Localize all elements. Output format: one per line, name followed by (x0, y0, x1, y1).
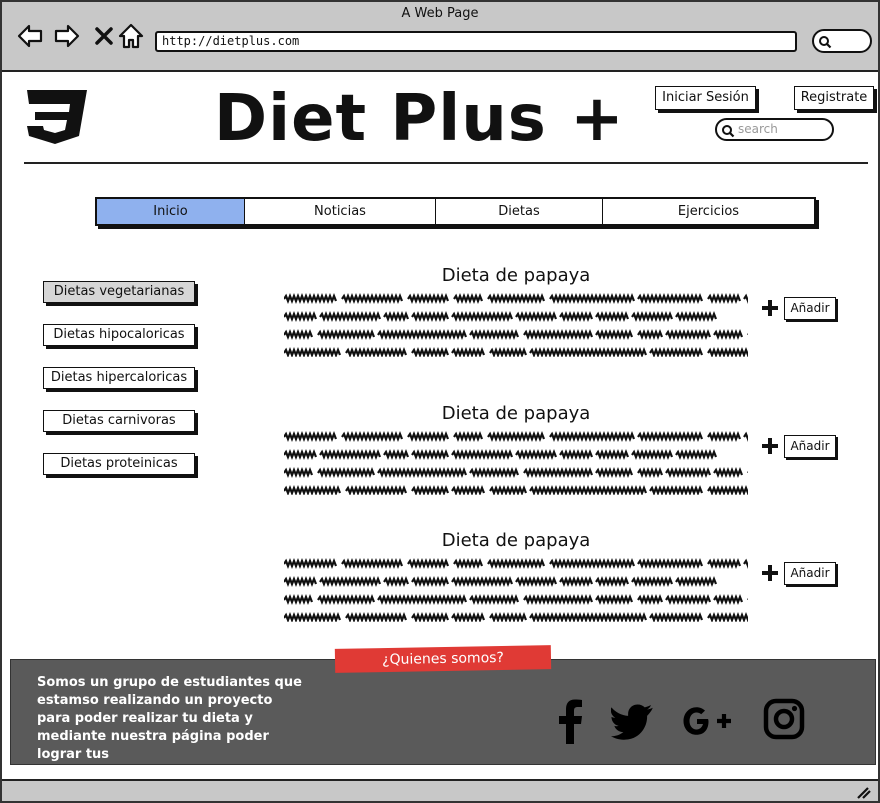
css3-logo (27, 90, 87, 144)
facebook-icon[interactable] (556, 698, 584, 744)
header-divider (24, 162, 868, 164)
about-text: Somos un grupo de estudiantes que estams… (37, 675, 302, 762)
forward-icon[interactable] (53, 22, 81, 50)
placeholder-text-scribble (284, 431, 748, 495)
site-search-input[interactable]: search (715, 118, 834, 141)
site-title: Diet Plus + (214, 82, 625, 156)
url-input[interactable]: http://dietplus.com (155, 31, 797, 52)
sidebar-item-carnivoras[interactable]: Dietas carnivoras (43, 410, 195, 432)
main-nav-tabs: Inicio Noticias Dietas Ejercicios (95, 197, 816, 226)
sidebar-item-hipercaloricas[interactable]: Dietas hipercaloricas (43, 367, 195, 389)
diet-title: Dieta de papaya (441, 265, 591, 286)
tab-noticias[interactable]: Noticias (245, 199, 436, 224)
tab-inicio[interactable]: Inicio (97, 199, 245, 224)
stop-icon[interactable] (90, 22, 118, 50)
home-icon[interactable] (117, 22, 145, 50)
instagram-icon[interactable] (763, 698, 805, 740)
add-button[interactable]: Añadir (784, 435, 836, 458)
placeholder-text-scribble (284, 558, 748, 622)
plus-icon[interactable] (760, 563, 780, 583)
search-icon (819, 36, 832, 49)
diet-title: Dieta de papaya (441, 530, 591, 551)
back-icon[interactable] (16, 22, 44, 50)
about-us-button[interactable]: ¿Quienes somos? (334, 645, 552, 673)
browser-chrome: A Web Page http://dietplus.com (2, 2, 878, 72)
search-icon (722, 125, 735, 138)
placeholder-text-scribble (284, 293, 748, 357)
google-plus-icon[interactable] (683, 706, 733, 736)
add-button[interactable]: Añadir (784, 562, 836, 585)
resize-handle-icon[interactable] (856, 785, 872, 799)
browser-window: A Web Page http://dietplus.com Diet Plus… (0, 0, 880, 803)
sidebar-item-hipocaloricas[interactable]: Dietas hipocaloricas (43, 324, 195, 346)
window-title: A Web Page (401, 6, 479, 21)
sidebar-item-vegetarianas[interactable]: Dietas vegetarianas (43, 281, 195, 303)
twitter-icon[interactable] (611, 704, 655, 740)
plus-icon[interactable] (760, 436, 780, 456)
sidebar-item-proteinicas[interactable]: Dietas proteinicas (43, 453, 195, 475)
footer: Somos un grupo de estudiantes que estams… (10, 659, 876, 765)
login-button[interactable]: Iniciar Sesión (655, 86, 756, 110)
register-button[interactable]: Registrate (794, 86, 874, 110)
plus-icon[interactable] (760, 298, 780, 318)
diet-title: Dieta de papaya (441, 403, 591, 424)
add-button[interactable]: Añadir (784, 297, 836, 320)
status-bar (2, 779, 878, 801)
tab-ejercicios[interactable]: Ejercicios (603, 199, 814, 224)
tab-dietas[interactable]: Dietas (436, 199, 603, 224)
search-placeholder: search (738, 122, 778, 136)
browser-search-field[interactable] (812, 29, 872, 53)
